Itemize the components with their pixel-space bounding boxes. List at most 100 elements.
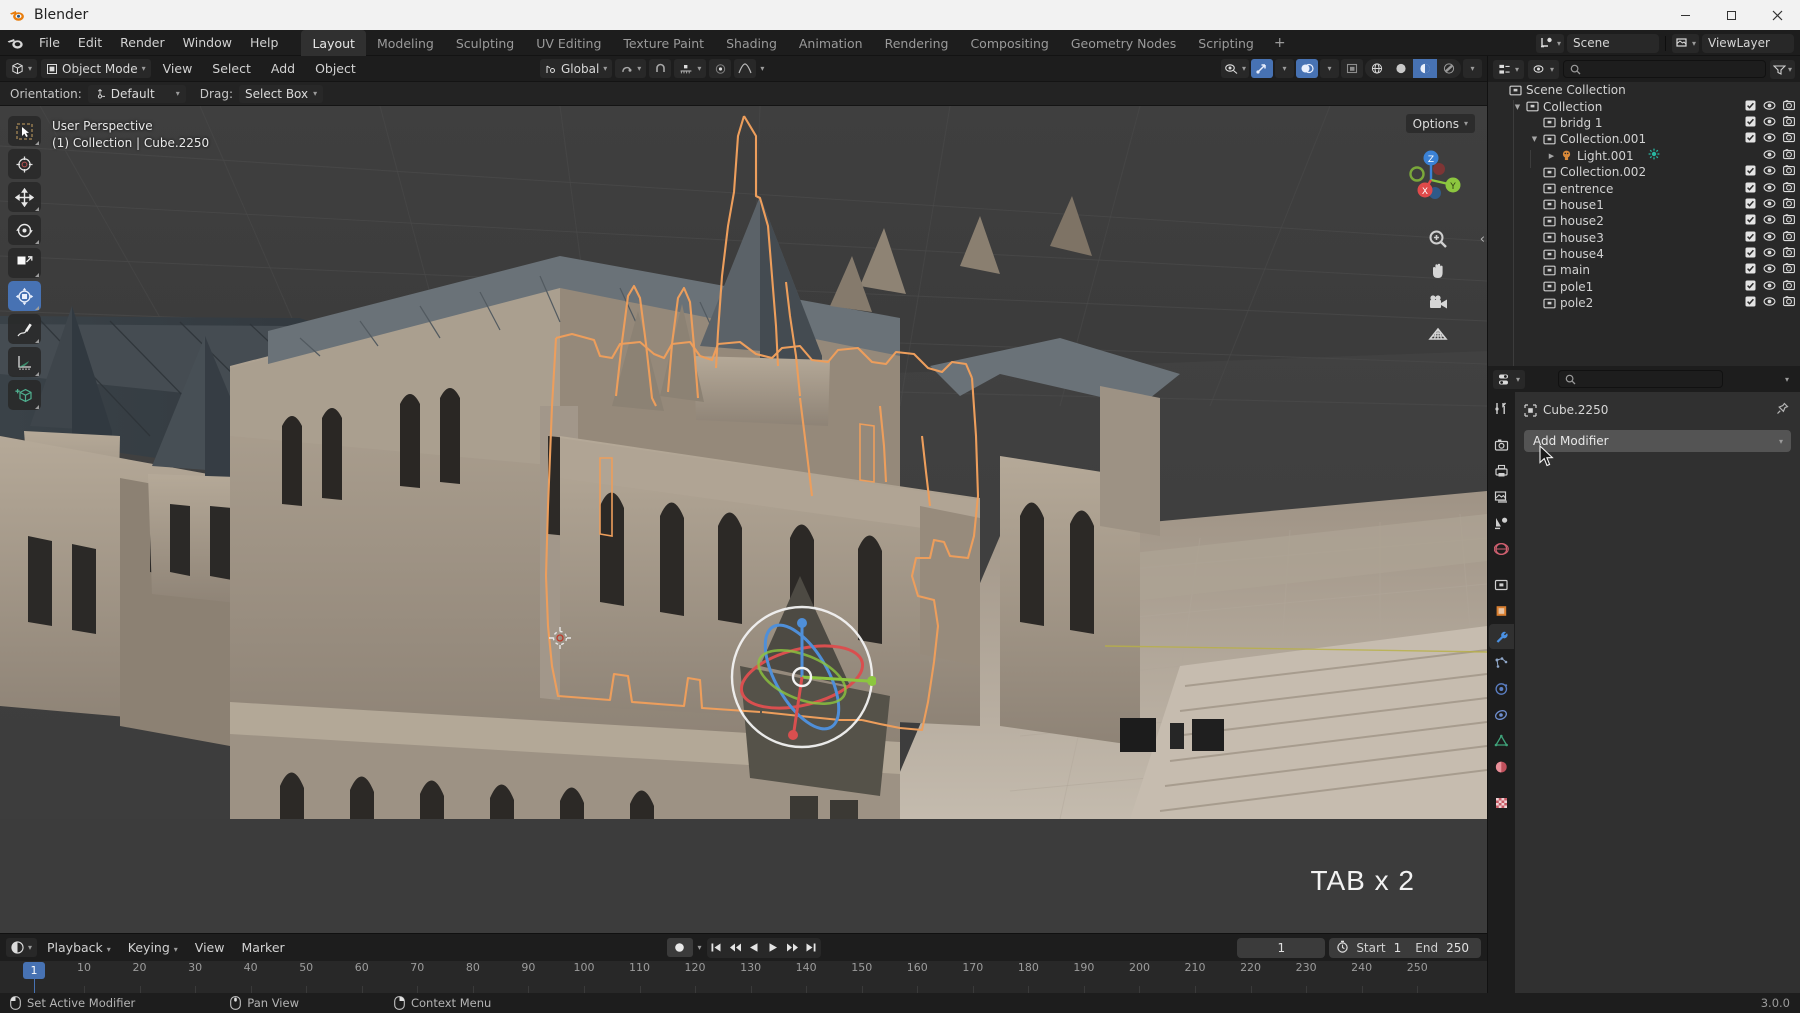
camera-render-visibility-icon[interactable]	[1783, 263, 1795, 277]
play-icon[interactable]	[764, 938, 783, 958]
shading-solid-icon[interactable]	[1389, 59, 1413, 78]
eye-visibility-icon[interactable]	[1763, 296, 1776, 310]
tab-view-layer[interactable]	[1489, 484, 1514, 509]
drag-dropdown[interactable]: Select Box ▾	[238, 84, 324, 103]
frame-start-value[interactable]: 1	[1394, 941, 1416, 955]
tab-scene[interactable]	[1489, 510, 1514, 535]
outliner-row-pole1[interactable]: pole1	[1488, 279, 1800, 295]
tab-particles[interactable]	[1489, 650, 1514, 675]
auto-keying-dropdown-icon[interactable]: ▾	[697, 943, 701, 952]
blender-menu-icon[interactable]	[0, 36, 30, 50]
eye-visibility-icon[interactable]	[1763, 247, 1776, 261]
next-keyframe-icon[interactable]	[783, 938, 802, 958]
annotate-tool[interactable]	[8, 314, 41, 344]
gizmo-icon[interactable]	[1251, 59, 1273, 78]
jump-end-icon[interactable]	[802, 938, 821, 958]
eye-visibility-icon[interactable]	[1763, 116, 1776, 130]
checkbox-checked-icon[interactable]	[1745, 182, 1756, 196]
transform-tool[interactable]	[8, 281, 41, 311]
tab-object-data[interactable]	[1489, 728, 1514, 753]
checkbox-checked-icon[interactable]	[1745, 231, 1756, 245]
rotate-tool[interactable]	[8, 215, 41, 245]
camera-render-visibility-icon[interactable]	[1783, 165, 1795, 179]
tab-physics[interactable]	[1489, 676, 1514, 701]
outliner-row-collection-002[interactable]: Collection.002	[1488, 164, 1800, 180]
checkbox-checked-icon[interactable]	[1745, 247, 1756, 261]
timeline-playhead[interactable]: 1	[23, 962, 45, 979]
tab-modifier[interactable]	[1489, 624, 1514, 649]
tab-output[interactable]	[1489, 458, 1514, 483]
camera-render-visibility-icon[interactable]	[1783, 132, 1795, 146]
camera-render-visibility-icon[interactable]	[1783, 280, 1795, 294]
tab-scripting[interactable]: Scripting	[1187, 30, 1265, 56]
current-frame-field[interactable]: 1	[1237, 937, 1326, 958]
checkbox-checked-icon[interactable]	[1745, 214, 1756, 228]
editor-type-selector[interactable]: ▾	[6, 59, 38, 78]
outliner-search-input[interactable]	[1563, 60, 1766, 78]
viewport-menu-add[interactable]: Add	[263, 56, 303, 82]
scene-browse-icon[interactable]: ▾	[1535, 33, 1564, 53]
minimize-icon[interactable]	[1662, 0, 1708, 30]
checkbox-checked-icon[interactable]	[1745, 132, 1756, 146]
light-data-icon[interactable]	[1648, 148, 1660, 163]
prev-keyframe-icon[interactable]	[726, 938, 745, 958]
tab-render[interactable]	[1489, 432, 1514, 457]
checkbox-checked-icon[interactable]	[1745, 116, 1756, 130]
viewport-sidebar-toggle-icon[interactable]: ‹	[1480, 232, 1485, 247]
checkbox-checked-icon[interactable]	[1745, 100, 1756, 114]
tab-compositing[interactable]: Compositing	[959, 30, 1059, 56]
checkbox-checked-icon[interactable]	[1745, 296, 1756, 310]
play-reverse-icon[interactable]	[745, 938, 764, 958]
tweak-tool[interactable]	[8, 116, 41, 146]
menu-window[interactable]: Window	[174, 30, 241, 56]
disclosure-triangle-down-icon[interactable]: ▼	[1511, 103, 1524, 111]
timeline-menu-keying[interactable]: Keying ▾	[121, 935, 185, 961]
snap-mode-selector[interactable]: ▾	[674, 59, 707, 78]
camera-render-visibility-icon[interactable]	[1783, 148, 1795, 163]
tab-shading[interactable]: Shading	[715, 30, 788, 56]
3d-viewport[interactable]: User Perspective (1) Collection | Cube.2…	[0, 106, 1487, 933]
viewport-menu-object[interactable]: Object	[307, 56, 364, 82]
zoom-icon[interactable]	[1427, 228, 1449, 250]
timeline-menu-playback[interactable]: Playback ▾	[40, 935, 118, 961]
outliner-editor-type-icon[interactable]: ▾	[1493, 59, 1525, 79]
outliner-row-house2[interactable]: house2	[1488, 213, 1800, 229]
outliner-row-house3[interactable]: house3	[1488, 230, 1800, 246]
measure-tool[interactable]	[8, 347, 41, 377]
toggle-ortho-icon[interactable]	[1427, 324, 1449, 346]
add-modifier-button[interactable]: Add Modifier ▾	[1524, 430, 1791, 452]
camera-render-visibility-icon[interactable]	[1783, 99, 1795, 114]
disclosure-triangle-right-icon[interactable]: ▶	[1545, 152, 1558, 160]
tab-modeling[interactable]: Modeling	[366, 30, 445, 56]
transform-orientation-selector[interactable]: Global ▾	[540, 59, 613, 78]
outliner-row-house1[interactable]: house1	[1488, 197, 1800, 213]
object-visibility-eye-icon[interactable]: ▾	[1220, 59, 1249, 78]
camera-render-visibility-icon[interactable]	[1783, 247, 1795, 261]
viewlayer-name-field[interactable]: ViewLayer	[1702, 33, 1794, 53]
camera-render-visibility-icon[interactable]	[1783, 198, 1795, 212]
tab-object[interactable]	[1489, 598, 1514, 623]
outliner-row-house4[interactable]: house4	[1488, 246, 1800, 262]
frame-end-value[interactable]: 250	[1446, 941, 1481, 955]
tab-collection-properties[interactable]	[1489, 572, 1514, 597]
navigation-gizmo[interactable]: Z Y X	[1395, 144, 1467, 216]
camera-view-icon[interactable]	[1427, 292, 1449, 314]
move-tool[interactable]	[8, 182, 41, 212]
shading-dropdown-icon[interactable]: ▾	[1463, 59, 1482, 78]
camera-render-visibility-icon[interactable]	[1783, 181, 1795, 196]
tab-animation[interactable]: Animation	[788, 30, 874, 56]
pan-hand-icon[interactable]	[1427, 260, 1449, 282]
close-icon[interactable]	[1754, 0, 1800, 30]
scale-tool[interactable]	[8, 248, 41, 278]
eye-visibility-icon[interactable]	[1763, 149, 1776, 163]
camera-render-visibility-icon[interactable]	[1783, 230, 1795, 245]
tab-material[interactable]	[1489, 754, 1514, 779]
add-cube-tool[interactable]	[8, 380, 41, 410]
viewport-menu-select[interactable]: Select	[204, 56, 259, 82]
shading-material-preview-icon[interactable]	[1413, 59, 1437, 78]
outliner-row-collection-001[interactable]: ▼ Collection.001	[1488, 131, 1800, 147]
outliner-row-main[interactable]: main	[1488, 262, 1800, 278]
cursor-tool[interactable]	[8, 149, 41, 179]
outliner-filter-icon[interactable]: ▾	[1769, 59, 1795, 79]
viewlayer-browse-icon[interactable]: ▾	[1671, 33, 1699, 53]
